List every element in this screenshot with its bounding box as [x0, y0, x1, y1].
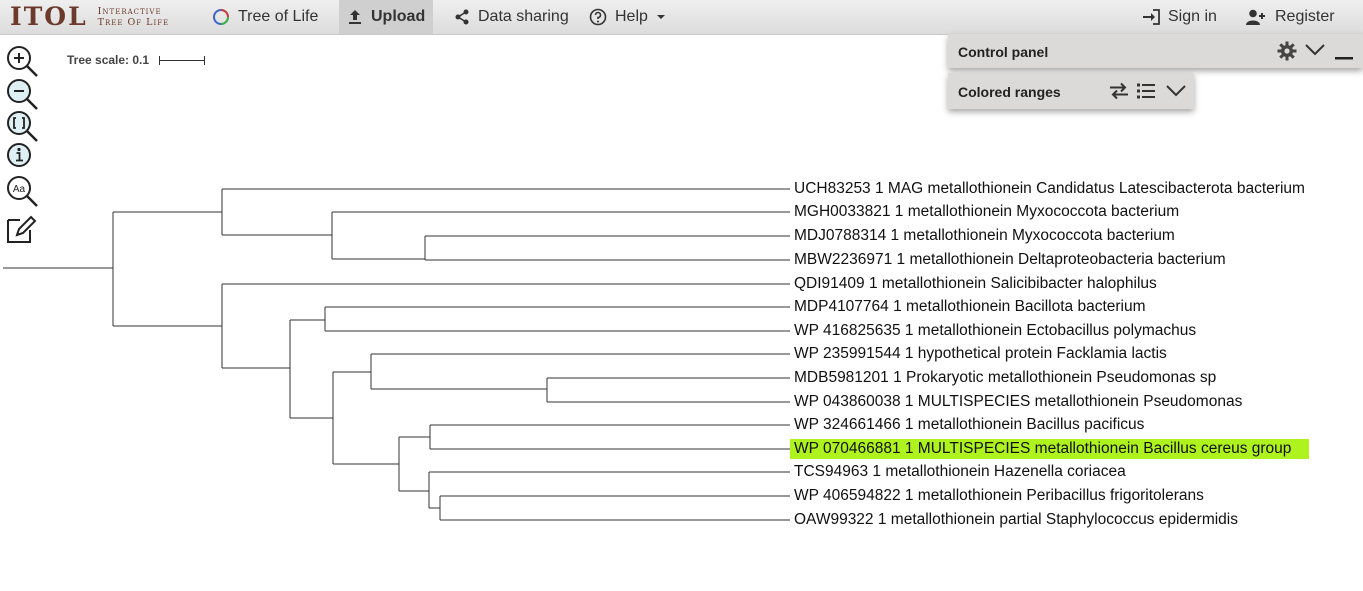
- tree-leaf-label[interactable]: OAW99322 1 metallothionein partial Staph…: [790, 510, 1256, 530]
- tree-leaf-label[interactable]: MBW2236971 1 metallothionein Deltaproteo…: [790, 250, 1244, 270]
- tree-scale-bar: [159, 56, 205, 65]
- tree-leaf-label[interactable]: MDB5981201 1 Prokaryotic metallothionein…: [790, 368, 1234, 388]
- tree-branch: [3, 212, 114, 326]
- control-panel-title: Control panel: [958, 44, 1049, 60]
- tree-leaf-label[interactable]: QDI91409 1 metallothionein Salicibibacte…: [790, 274, 1175, 294]
- tree-branch: [290, 307, 326, 331]
- list-icon[interactable]: [1136, 82, 1156, 100]
- tree-branch: [399, 472, 430, 508]
- tree-leaf-label[interactable]: MGH0033821 1 metallothionein Myxococcota…: [790, 202, 1197, 222]
- tree-leaf-label[interactable]: WP 324661466 1 metallothionein Bacillus …: [790, 415, 1162, 435]
- swap-arrows-icon[interactable]: [1109, 82, 1129, 100]
- control-panel[interactable]: Control panel: [948, 34, 1363, 68]
- tree-leaf-label[interactable]: WP 235991544 1 hypothetical protein Fack…: [790, 344, 1185, 364]
- tree-branch: [222, 320, 291, 418]
- tree-branch: [371, 378, 548, 402]
- tree-branch: [332, 236, 426, 260]
- chevron-down-icon[interactable]: [1165, 84, 1187, 98]
- tree-leaf-label[interactable]: MDJ0788314 1 metallothionein Myxococcota…: [790, 226, 1193, 246]
- tree-branch: [113, 189, 223, 235]
- tree-branch: [222, 212, 333, 259]
- tree-branch: [333, 437, 400, 491]
- tree-branch: [113, 284, 223, 368]
- chevron-down-icon[interactable]: [1304, 43, 1326, 57]
- minimize-icon[interactable]: [1334, 53, 1354, 61]
- tree-leaf-label[interactable]: WP 416825635 1 metallothionein Ectobacil…: [790, 321, 1214, 341]
- tree-branch: [333, 354, 372, 389]
- tree-leaf-label[interactable]: WP 406594822 1 metallothionein Peribacil…: [790, 486, 1222, 506]
- tree-leaf-label[interactable]: WP 043860038 1 MULTISPECIES metallothion…: [790, 392, 1260, 412]
- tree-leaf-label[interactable]: TCS94963 1 metallothionein Hazenella cor…: [790, 462, 1144, 482]
- tree-branch: [429, 496, 441, 520]
- colored-ranges-title: Colored ranges: [958, 84, 1061, 100]
- tree-branch: [399, 425, 431, 449]
- tree-leaf-label[interactable]: UCH83253 1 MAG metallothionein Candidatu…: [790, 179, 1323, 199]
- tree-branch: [290, 372, 334, 464]
- gear-icon[interactable]: [1277, 41, 1297, 61]
- tree-leaf-label[interactable]: MDP4107764 1 metallothionein Bacillota b…: [790, 297, 1164, 317]
- tree-leaf-label[interactable]: WP 070466881 1 MULTISPECIES metallothion…: [790, 439, 1310, 459]
- colored-ranges-panel[interactable]: Colored ranges: [948, 73, 1194, 109]
